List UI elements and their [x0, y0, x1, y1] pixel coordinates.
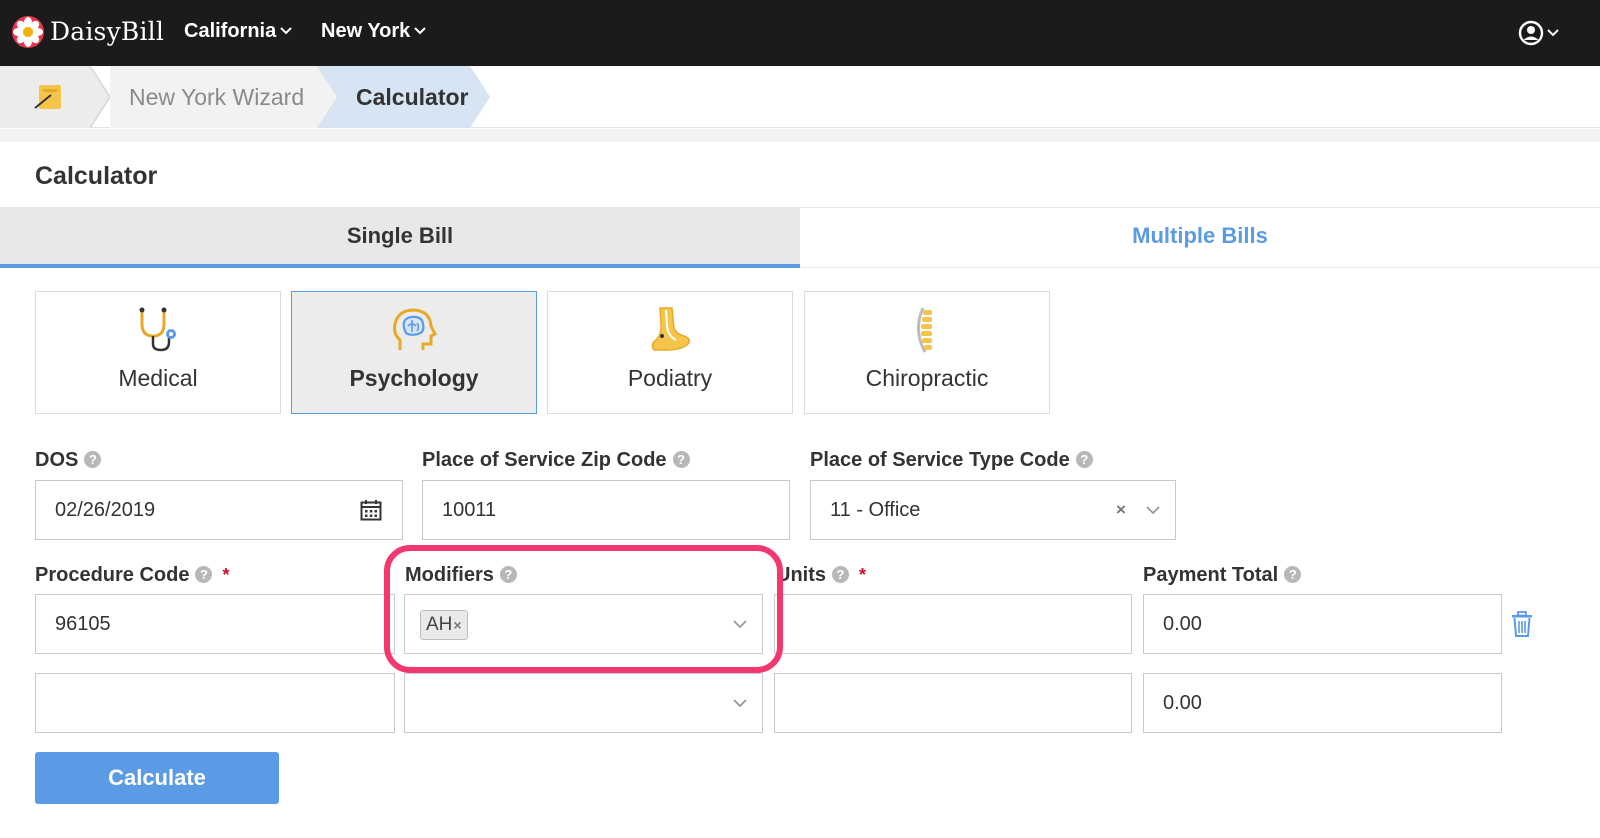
procedure-code-label-text: Procedure Code	[35, 564, 190, 586]
payment-total-input: 0.00	[1143, 594, 1502, 654]
type-code-label-text: Place of Service Type Code	[810, 449, 1070, 471]
page-title: Calculator	[35, 162, 158, 190]
nav-menu-label: California	[184, 20, 277, 42]
daisy-logo-icon[interactable]	[11, 15, 45, 49]
help-icon[interactable]: ?	[1284, 566, 1302, 583]
foot-icon	[651, 307, 691, 351]
bill-tabs: Single Bill Multiple Bills	[0, 207, 1600, 268]
stethoscope-icon	[139, 307, 176, 352]
payment-total-input: 0.00	[1143, 673, 1502, 733]
zip-code-value: 10011	[442, 499, 497, 521]
category-label: Medical	[118, 365, 198, 391]
nav-menu-new-york[interactable]: New York	[321, 20, 427, 43]
breadcrumb: New York Wizard Calculator	[0, 66, 1600, 128]
help-icon[interactable]: ?	[195, 566, 213, 583]
breadcrumb-item-calculator: Calculator	[356, 84, 469, 110]
top-nav: DaisyBill California New York	[0, 0, 1600, 66]
help-icon[interactable]: ?	[832, 566, 849, 583]
payment-total-value: 0.00	[1163, 613, 1202, 635]
units-input[interactable]	[774, 594, 1132, 654]
brand-name[interactable]: DaisyBill	[50, 17, 164, 46]
brain-icon	[393, 308, 438, 350]
category-label: Chiropractic	[865, 365, 989, 391]
payment-total-label-text: Payment Total	[1143, 564, 1279, 586]
help-icon[interactable]: ?	[1075, 451, 1093, 468]
nav-menu-california[interactable]: California	[184, 20, 292, 43]
calculator-note-icon[interactable]	[33, 83, 67, 111]
units-input[interactable]	[774, 673, 1132, 733]
procedure-code-input[interactable]: 96105	[35, 594, 395, 654]
user-account-icon[interactable]	[1518, 20, 1564, 46]
modifiers-select[interactable]	[404, 673, 763, 733]
zip-code-input[interactable]: 10011	[422, 480, 790, 540]
procedure-code-label: Procedure Code? *	[35, 564, 230, 587]
nav-menu-label: New York	[321, 20, 411, 42]
procedure-code-input[interactable]	[35, 673, 395, 733]
category-card-chiropractic[interactable]: Chiropractic	[804, 291, 1050, 414]
zip-code-label-text: Place of Service Zip Code	[422, 449, 667, 471]
category-label: Podiatry	[627, 365, 713, 391]
payment-total-value: 0.00	[1163, 692, 1202, 714]
chevron-down-icon	[280, 27, 292, 35]
chevron-down-icon[interactable]	[733, 698, 747, 708]
dos-input[interactable]: 02/26/2019	[35, 480, 403, 540]
category-card-podiatry[interactable]: Podiatry	[547, 291, 793, 414]
category-label: Psychology	[349, 365, 479, 391]
type-code-select[interactable]: 11 - Office ×	[810, 480, 1176, 540]
dos-value: 02/26/2019	[55, 499, 156, 521]
breadcrumb-item-new-york-wizard[interactable]: New York Wizard	[129, 84, 304, 111]
units-label-text: Units	[776, 564, 826, 586]
tab-multiple-bills[interactable]: Multiple Bills	[800, 208, 1600, 268]
payment-total-label: Payment Total?	[1143, 564, 1302, 587]
required-marker: *	[222, 565, 230, 585]
procedure-code-value: 96105	[55, 613, 111, 635]
dos-label-text: DOS	[35, 449, 79, 471]
calculate-button[interactable]: Calculate	[35, 752, 279, 804]
page-divider	[0, 129, 1600, 142]
category-card-psychology[interactable]: Psychology	[291, 291, 537, 414]
modifiers-highlight-annotation	[384, 545, 783, 673]
trash-icon[interactable]	[1511, 611, 1533, 637]
clear-icon[interactable]: ×	[1116, 481, 1126, 539]
spine-icon	[917, 307, 932, 353]
help-icon[interactable]: ?	[672, 451, 690, 468]
zip-code-label: Place of Service Zip Code?	[422, 449, 690, 472]
chevron-down-icon[interactable]	[1146, 505, 1160, 515]
chevron-down-icon	[414, 27, 427, 35]
type-code-value: 11 - Office	[830, 499, 921, 521]
dos-label: DOS?	[35, 449, 102, 472]
help-icon[interactable]: ?	[84, 451, 102, 468]
required-marker: *	[859, 565, 867, 585]
calendar-icon[interactable]	[360, 499, 382, 521]
units-label: Units? *	[776, 564, 866, 587]
tab-single-bill[interactable]: Single Bill	[0, 208, 800, 268]
type-code-label: Place of Service Type Code?	[810, 449, 1093, 472]
category-card-medical[interactable]: Medical	[35, 291, 281, 414]
